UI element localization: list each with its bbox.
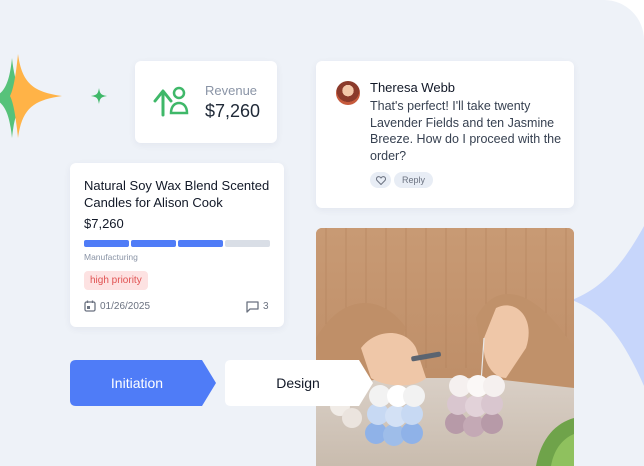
- step-initiation-label: Initiation: [110, 375, 164, 391]
- message-text: That's perfect! I'll take twenty Lavende…: [370, 99, 562, 163]
- task-stage: Manufacturing: [84, 252, 138, 262]
- revenue-value: $7,260: [205, 101, 261, 121]
- progress-segment: [131, 240, 176, 247]
- growth-icon: [153, 86, 189, 117]
- avatar: [336, 81, 360, 105]
- reply-button[interactable]: Reply: [394, 172, 434, 188]
- progress-segment: [225, 240, 270, 247]
- progress-segment: [84, 240, 129, 247]
- message-card: Theresa Webb That's perfect! I'll take t…: [316, 61, 574, 208]
- like-button[interactable]: [370, 172, 391, 188]
- candle-photo-illustration: [316, 228, 574, 466]
- comment-count: 3: [263, 301, 269, 312]
- progress-bar: [84, 240, 270, 247]
- priority-badge: high priority: [84, 271, 148, 290]
- step-design-label: Design: [276, 375, 320, 391]
- blue-shape-decoration: [572, 226, 644, 386]
- task-card[interactable]: Natural Soy Wax Blend Scented Candles fo…: [70, 163, 284, 327]
- sparkle-small-decoration: [91, 88, 107, 104]
- revenue-card: Revenue $7,260: [135, 61, 277, 143]
- step-initiation[interactable]: Initiation: [70, 360, 216, 411]
- progress-segment: [178, 240, 223, 247]
- revenue-label: Revenue: [205, 83, 258, 98]
- heart-icon: [375, 175, 386, 185]
- step-design[interactable]: Design: [225, 360, 375, 411]
- task-date: 01/26/2025: [100, 301, 151, 312]
- comment-icon: [246, 301, 259, 313]
- task-amount: $7,260: [84, 216, 124, 231]
- candle-photo: [316, 228, 574, 466]
- task-title: Natural Soy Wax Blend Scented Candles fo…: [84, 178, 270, 210]
- message-author: Theresa Webb: [370, 80, 456, 95]
- calendar-icon: [84, 300, 96, 312]
- sparkle-orange-decoration: [10, 54, 62, 138]
